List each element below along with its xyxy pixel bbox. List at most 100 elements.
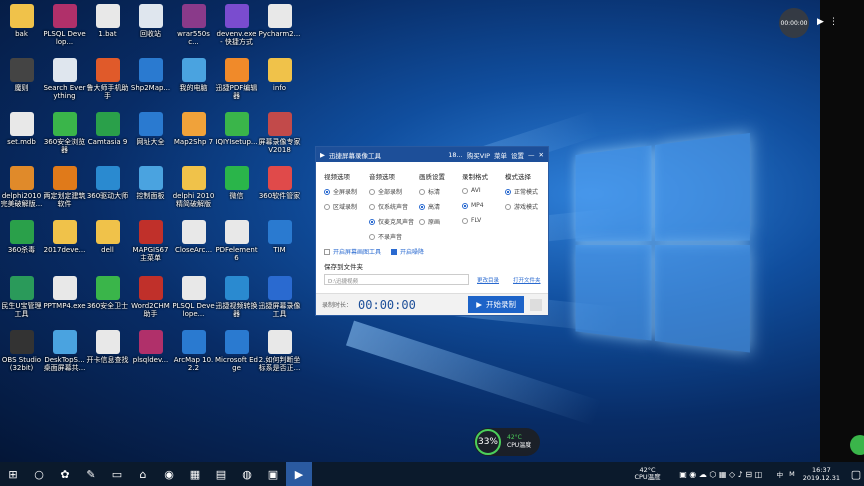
desktop-icon[interactable]: DeskTopS... 桌面屏幕共... [43, 330, 86, 372]
desktop-icon[interactable]: 鲁大师手机助手 [86, 58, 129, 100]
desktop-icon[interactable]: wrar550sc... [172, 4, 215, 46]
format-option[interactable]: AVI [462, 187, 481, 194]
settings-link[interactable]: 设置 [511, 150, 524, 160]
desktop-icon[interactable]: Word2CHM 助手 [129, 276, 172, 318]
store-icon[interactable]: ⌂ [130, 462, 156, 486]
desktop-icon[interactable]: 2017deve... [43, 220, 86, 254]
desktop-icon[interactable]: bak [0, 4, 43, 38]
desktop-icon[interactable]: 360杀毒 [0, 220, 43, 254]
open-folder-link[interactable]: 打开文件夹 [513, 276, 541, 284]
audio-option[interactable]: 全部录制 [369, 187, 402, 196]
desktop-icon[interactable]: Shp2Map... [129, 58, 172, 92]
desktop-icon[interactable]: Microsoft Edge [215, 330, 258, 372]
desktop-icon[interactable]: 魔则 [0, 58, 43, 92]
desktop-icon[interactable]: 网址大全 [129, 112, 172, 146]
user-account[interactable]: 18... [448, 151, 462, 159]
minimize-icon[interactable]: — [528, 151, 535, 159]
desktop-icon[interactable]: 1.bat [86, 4, 129, 38]
desktop-icon[interactable]: CloseArc... [172, 220, 215, 254]
radio-button[interactable] [505, 203, 511, 210]
desktop-icon[interactable]: 微信 [215, 166, 258, 200]
cpu-performance-widget[interactable]: 33% 42°C CPU温度 [474, 428, 540, 456]
radio-button[interactable] [505, 188, 511, 195]
screen-icon[interactable]: ▣ [260, 462, 286, 486]
audio-option[interactable]: 不录声音 [369, 232, 402, 241]
desktop-icon[interactable]: 迅捷屏幕录像工具 [258, 276, 301, 318]
radio-button[interactable] [369, 203, 375, 210]
desktop-icon[interactable]: 2.如何判断坐标系是否正... [258, 330, 301, 372]
radio-button[interactable] [369, 188, 375, 195]
quality-option[interactable]: 标清 [419, 187, 440, 196]
audio-option[interactable]: 仅麦克风声音 [369, 217, 414, 226]
tray-apps-icon[interactable]: ▣ ◉ ☁ ⬡ ▦ ◇ ♪ ⊟ ◫ [671, 462, 771, 486]
desktop-icon[interactable]: 360安全浏览器 [43, 112, 86, 154]
radio-button[interactable] [324, 203, 330, 210]
desktop-icon[interactable]: Map2Shp 7 [172, 112, 215, 146]
desktop-icon[interactable]: PPTMP4.exe [43, 276, 86, 310]
folder-icon[interactable]: ▭ [104, 462, 130, 486]
document-icon[interactable]: ▤ [208, 462, 234, 486]
globe-icon[interactable]: ◍ [234, 462, 260, 486]
recorder-taskbar-icon[interactable]: ▶ [286, 462, 312, 486]
desktop-icon[interactable]: 迅捷PDF编辑器 [215, 58, 258, 100]
desktop-icon[interactable]: Pycharm2... [258, 4, 301, 38]
search-icon[interactable]: ○ [26, 462, 52, 486]
desktop-icon[interactable]: MAPGIS67 主菜单 [129, 220, 172, 262]
desktop-icon[interactable]: 控制面板 [129, 166, 172, 200]
desktop-icon[interactable]: 两定划定建筑软件 [43, 166, 86, 208]
desktop-icon[interactable]: dell [86, 220, 129, 254]
buy-vip-link[interactable]: 购买VIP [467, 150, 490, 160]
desktop-icon[interactable]: set.mdb [0, 112, 43, 146]
draw-tool-checkbox[interactable]: 开启屏幕画图工具 [324, 247, 381, 256]
radio-button[interactable] [462, 202, 468, 209]
radio-button[interactable] [462, 187, 468, 194]
grid-icon[interactable]: ▦ [182, 462, 208, 486]
denoise-checkbox[interactable]: 开启噪降 [391, 247, 424, 256]
desktop-icon[interactable]: delphi 2010 精简破解版 [172, 166, 215, 208]
desktop-icon[interactable]: 迅捷视频转换器 [215, 276, 258, 318]
desktop-icon[interactable]: Search Everything [43, 58, 86, 100]
save-path-field[interactable]: D:\迅捷视频 [324, 274, 469, 285]
desktop-icon[interactable]: Camtasia 9 [86, 112, 129, 146]
keyboard-icon[interactable]: M [789, 470, 795, 478]
mode-option[interactable]: 游戏模式 [505, 202, 538, 211]
desktop-icon[interactable]: IQIYIsetup... [215, 112, 258, 146]
desktop-icon[interactable]: PLSQL Develope... [172, 276, 215, 318]
change-dir-link[interactable]: 更改目录 [477, 276, 499, 284]
desktop-icon[interactable]: 我的电脑 [172, 58, 215, 92]
audio-option[interactable]: 仅系统声音 [369, 202, 408, 211]
desktop-icon[interactable]: 360软件管家 [258, 166, 301, 200]
video-player-controls[interactable]: 00:00:00 ▶ ⋮ [779, 8, 841, 38]
format-option[interactable]: FLV [462, 217, 481, 224]
radio-button[interactable] [462, 217, 468, 224]
desktop-icon[interactable]: 开卡信息查找 [86, 330, 129, 364]
desktop-icon[interactable]: 民生U宝管理工具 [0, 276, 43, 318]
desktop-icon[interactable]: 回收站 [129, 4, 172, 38]
video-option[interactable]: 区域录制 [324, 202, 357, 211]
radio-button[interactable] [369, 218, 375, 225]
stop-icon[interactable] [530, 298, 542, 311]
radio-button[interactable] [419, 188, 425, 195]
pencil-icon[interactable]: ✎ [78, 462, 104, 486]
clock[interactable]: 16:37 2019.12.31 [803, 466, 840, 482]
radio-button[interactable] [419, 203, 425, 210]
fan-icon[interactable]: ✿ [52, 462, 78, 486]
desktop-icon[interactable]: 360安全卫士 [86, 276, 129, 310]
desktop-icon[interactable]: info [258, 58, 301, 92]
desktop-icon[interactable]: devenv.exe - 快捷方式 [215, 4, 258, 46]
ime-indicator[interactable]: 中 [777, 469, 784, 479]
desktop-icon[interactable]: delphi2010完美破解版... [0, 166, 43, 208]
desktop-icon[interactable]: ArcMap 10.2.2 [172, 330, 215, 372]
close-icon[interactable]: ✕ [539, 151, 544, 159]
format-option[interactable]: MP4 [462, 202, 484, 209]
mode-option[interactable]: 正常模式 [505, 187, 538, 196]
play-icon[interactable]: ▶ [817, 17, 824, 27]
weather-widget[interactable]: 42°C CPU温度 [634, 467, 660, 481]
start-recording-button[interactable]: ▶ 开始录制 [468, 296, 524, 313]
radio-button[interactable] [324, 188, 330, 195]
desktop-icon[interactable]: PLSQL Develop... [43, 4, 86, 46]
radio-button[interactable] [419, 218, 425, 225]
video-option[interactable]: 全屏录制 [324, 187, 357, 196]
browser-icon[interactable]: ◉ [156, 462, 182, 486]
desktop-icon[interactable]: 屏幕录像专家V2018 [258, 112, 301, 154]
